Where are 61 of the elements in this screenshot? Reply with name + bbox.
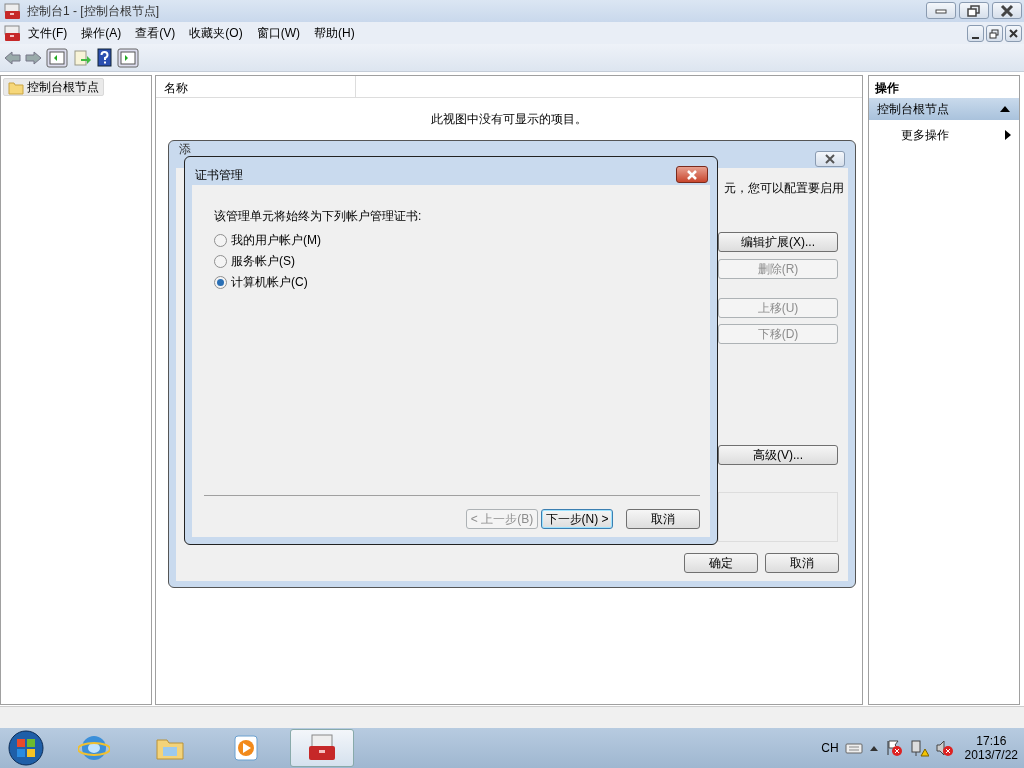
close-button[interactable] xyxy=(1005,25,1022,42)
clock-date[interactable]: 2013/7/22 xyxy=(964,748,1018,763)
dialog-button[interactable]: 确定 xyxy=(684,553,758,573)
description-text: 元，您可以配置要启用 xyxy=(724,181,844,196)
submenu-arrow-icon xyxy=(1004,129,1012,141)
restore-button[interactable] xyxy=(959,2,989,19)
restore-button[interactable] xyxy=(986,25,1003,42)
flag-error-icon[interactable] xyxy=(884,739,903,757)
column-header[interactable]: 名称 xyxy=(156,76,356,98)
panel-title: 操作 xyxy=(875,81,899,96)
close-icon xyxy=(1006,27,1021,40)
menu-item[interactable]: 查看(V) xyxy=(128,25,183,41)
radio-option[interactable]: 服务帐户(S) xyxy=(214,254,295,269)
radio-option[interactable]: 计算机帐户(C) xyxy=(214,275,308,290)
tree-item[interactable]: 控制台根节点 xyxy=(3,78,104,96)
toolbox-icon xyxy=(4,2,21,20)
start-button[interactable] xyxy=(6,730,46,766)
minimize-icon xyxy=(972,36,979,39)
radio-option[interactable]: 我的用户帐户(M) xyxy=(214,233,321,248)
window-title: 控制台1 - [控制台根节点] xyxy=(27,3,159,19)
dialog-button[interactable]: 下一步(N) > xyxy=(541,509,613,529)
dialog-button[interactable]: 取消 xyxy=(626,509,700,529)
radio-button[interactable] xyxy=(214,275,227,289)
taskbar-button[interactable] xyxy=(290,729,354,767)
speaker-muted-icon[interactable] xyxy=(934,739,953,757)
help-icon[interactable] xyxy=(96,48,113,67)
pane-toggle-icon[interactable] xyxy=(117,47,139,68)
dialog-button[interactable]: 编辑扩展(X)... xyxy=(718,232,838,252)
menu-item[interactable]: 帮助(H) xyxy=(307,25,362,41)
menu-item[interactable]: 窗口(W) xyxy=(249,25,307,41)
action-link[interactable]: 更多操作 xyxy=(901,128,949,143)
minimize-button[interactable] xyxy=(967,25,984,42)
menu-item[interactable]: 文件(F) xyxy=(21,25,75,41)
close-icon xyxy=(822,153,838,165)
network-warning-icon[interactable] xyxy=(908,739,929,757)
radio-button[interactable] xyxy=(214,233,227,247)
close-button[interactable] xyxy=(992,2,1022,19)
radio-button[interactable] xyxy=(214,254,227,268)
restore-icon xyxy=(987,27,1002,40)
forward-arrow-icon[interactable] xyxy=(25,49,42,66)
close-icon xyxy=(998,3,1016,18)
dialog-title: 证书管理 xyxy=(195,168,243,183)
empty-message: 此视图中没有可显示的项目。 xyxy=(431,112,587,127)
menu-item[interactable]: 操作(A) xyxy=(74,25,129,41)
back-arrow-icon[interactable] xyxy=(4,49,21,66)
dialog-button[interactable]: 取消 xyxy=(765,553,839,573)
close-button[interactable] xyxy=(815,151,845,167)
close-icon xyxy=(684,168,700,181)
menu-item[interactable]: 收藏夹(O) xyxy=(182,25,250,41)
restore-icon xyxy=(965,3,983,18)
clock-time[interactable]: 17:16 xyxy=(964,733,1018,748)
close-button[interactable] xyxy=(676,166,708,183)
collapse-icon[interactable] xyxy=(999,104,1011,114)
dialog-title: 添 xyxy=(179,142,191,157)
prompt-text: 该管理单元将始终为下列帐户管理证书: xyxy=(214,209,422,224)
section-header[interactable]: 控制台根节点 xyxy=(869,98,1019,120)
keyboard-icon[interactable] xyxy=(844,741,863,755)
language-indicator[interactable]: CH xyxy=(821,740,839,756)
pane-toggle-icon[interactable] xyxy=(46,47,68,68)
folder-icon xyxy=(8,79,24,95)
dialog-button[interactable]: 高级(V)... xyxy=(718,445,838,465)
